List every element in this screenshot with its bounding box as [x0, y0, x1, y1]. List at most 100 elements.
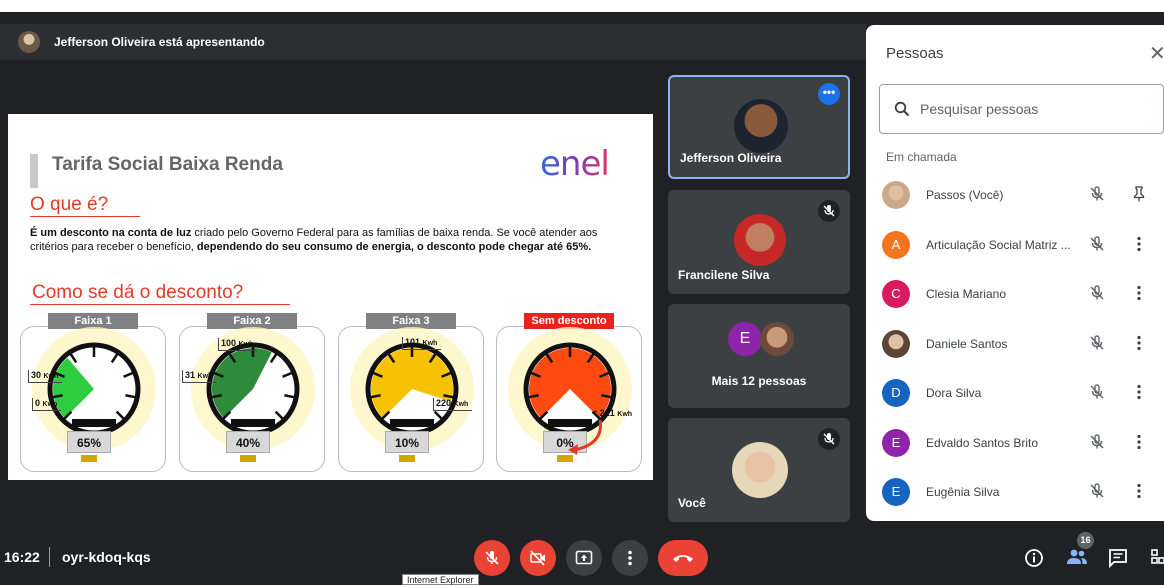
mic-off-icon [1088, 284, 1106, 307]
participant-name: Clesia Mariano [926, 287, 1007, 301]
underline-2 [30, 304, 290, 305]
gauge-percent: 65% [67, 431, 111, 453]
participant-avatar [882, 181, 910, 209]
info-icon[interactable] [1024, 548, 1044, 568]
pin-icon[interactable] [1130, 185, 1148, 208]
bottom-bar: 16:22 oyr-kdoq-kqs [0, 532, 1164, 585]
label-100kwh: 100 Kwh [218, 338, 258, 351]
underline-1 [30, 216, 140, 217]
tile-francilene[interactable]: Francilene Silva [668, 190, 850, 294]
label-value: 0 [35, 398, 41, 408]
panel-title: Pessoas [886, 45, 944, 62]
meeting-time: 16:22 [4, 549, 40, 565]
para-bold-1: É um desconto na conta de luz [30, 227, 192, 239]
participant-name: Você [678, 496, 706, 510]
participant-name: Eugênia Silva [926, 485, 1000, 499]
label-unit: Kwh [617, 411, 633, 418]
people-icon[interactable] [1066, 548, 1088, 566]
mic-off-icon [1088, 334, 1106, 357]
label-unit: Kwh [422, 340, 438, 347]
participant-avatar-photo [760, 322, 794, 356]
chat-icon[interactable] [1108, 548, 1128, 568]
participant-name: Edvaldo Santos Brito [926, 435, 1039, 450]
participant-name: Dora Silva [926, 386, 982, 400]
more-vert-icon[interactable] [1130, 334, 1148, 357]
participant-name: Passos (Você) [926, 188, 1004, 202]
participant-row[interactable]: D Dora Silva [866, 373, 1164, 413]
title-accent-bar [30, 154, 38, 188]
close-icon[interactable]: ✕ [1149, 41, 1164, 66]
end-call-button[interactable] [658, 540, 708, 576]
tile-jefferson[interactable]: ••• Jefferson Oliveira [668, 75, 850, 179]
more-people-label: Mais 12 pessoas [711, 374, 807, 388]
slide-paragraph: É um desconto na conta de luz criado pel… [30, 226, 620, 254]
mic-off-icon [818, 428, 840, 450]
camera-toggle-button[interactable] [520, 540, 556, 576]
more-options-icon[interactable]: ••• [818, 83, 840, 105]
search-people-input[interactable]: Pesquisar pessoas [879, 84, 1164, 134]
present-screen-button[interactable] [566, 540, 602, 576]
more-vert-icon[interactable] [1130, 235, 1148, 258]
present-icon [575, 550, 593, 565]
label-unit: Kwh [42, 401, 58, 408]
mic-off-icon [1088, 433, 1106, 456]
gauge-foot [81, 455, 97, 462]
people-panel: Pessoas ✕ Pesquisar pessoas Em chamada P… [866, 25, 1164, 521]
presenter-text: Jefferson Oliveira está apresentando [54, 35, 265, 49]
presenter-avatar [18, 31, 40, 53]
participant-video [734, 214, 786, 266]
tile-voce[interactable]: Você [668, 418, 850, 522]
participant-row[interactable]: E Eugênia Silva [866, 472, 1164, 512]
participant-avatar: E [882, 428, 910, 457]
gauge-foot [240, 455, 256, 462]
mic-off-icon [818, 200, 840, 222]
hang-up-icon [673, 555, 693, 562]
participant-row[interactable]: E Edvaldo Santos Brito [866, 423, 1164, 463]
participant-name: Francilene Silva [678, 268, 770, 282]
participant-row[interactable]: C Clesia Mariano [866, 274, 1164, 314]
para-bold-2: dependendo do seu consumo de energia, o … [196, 241, 592, 253]
gauge-percent: 40% [226, 431, 270, 453]
participant-row[interactable]: A Articulação Social Matriz ... [866, 225, 1164, 265]
participant-avatar: E [882, 478, 910, 506]
more-vert-icon[interactable] [1130, 284, 1148, 307]
label-unit: Kwh [43, 373, 59, 380]
participant-avatar: C [882, 280, 910, 308]
tile-more-people[interactable]: E Mais 12 pessoas [668, 304, 850, 408]
self-video [732, 442, 788, 498]
participant-name: Daniele Santos [926, 336, 1008, 351]
activities-icon[interactable] [1150, 548, 1164, 568]
participant-row[interactable]: Passos (Você) [866, 175, 1164, 215]
label-unit: Kwh [453, 401, 469, 408]
curved-arrow-icon [568, 419, 602, 455]
label-30kwh: 30 Kwh [28, 370, 63, 383]
label-value: 101 [405, 337, 421, 347]
participant-video [734, 99, 788, 153]
search-placeholder: Pesquisar pessoas [920, 101, 1039, 117]
label-101kwh: 101 Kwh [402, 337, 442, 350]
label-0kwh: 0 Kwh [32, 398, 62, 411]
participant-row[interactable]: Daniele Santos [866, 324, 1164, 364]
participant-avatar [882, 329, 910, 358]
taskbar-tooltip: Internet Explorer [402, 574, 479, 585]
label-value: < 221 [592, 408, 615, 418]
more-vert-icon[interactable] [1130, 433, 1148, 456]
mic-toggle-button[interactable] [474, 540, 510, 576]
participant-avatar: A [882, 230, 910, 259]
more-vert-icon[interactable] [1130, 482, 1148, 505]
mic-off-icon [1088, 383, 1106, 406]
label-unit: Kwh [238, 341, 254, 348]
more-vert-icon[interactable] [1130, 383, 1148, 406]
label-31kwh: 31 Kwh [182, 370, 217, 383]
more-options-button[interactable] [612, 540, 648, 576]
presentation-slide: Tarifa Social Baixa Renda enel O que é? … [8, 114, 653, 480]
presenter-bar: Jefferson Oliveira está apresentando [0, 24, 866, 60]
slide-question-1: O que é? [30, 194, 109, 215]
label-value: 220 [436, 398, 452, 408]
mic-off-icon [1088, 185, 1106, 208]
gauge-percent: 10% [385, 431, 429, 453]
participant-avatar: D [882, 379, 910, 407]
label-unit: Kwh [197, 373, 213, 380]
mic-off-icon [1088, 482, 1106, 505]
participant-count-badge: 16 [1077, 532, 1094, 549]
